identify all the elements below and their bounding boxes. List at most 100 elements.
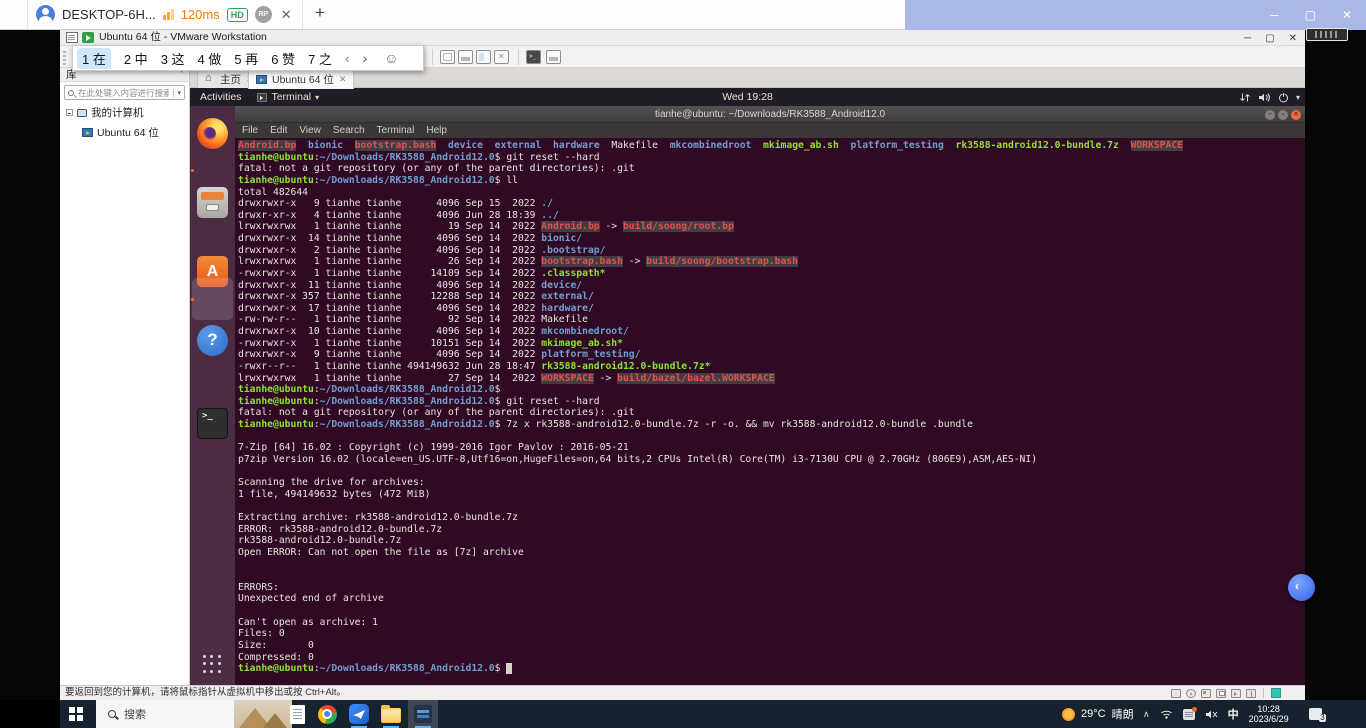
show-library-icon[interactable] (440, 50, 455, 64)
terminal-menu-edit[interactable]: Edit (270, 125, 287, 136)
terminal-titlebar[interactable]: tianhe@ubuntu: ~/Downloads/RK3588_Androi… (235, 106, 1305, 123)
app-menu-terminal[interactable]: Terminal ▾ (257, 91, 319, 103)
hd-badge[interactable]: HD (227, 8, 248, 22)
terminal-menu-search[interactable]: Search (333, 125, 365, 136)
home-icon (205, 74, 215, 84)
ime-mode-indicator[interactable]: 中 (1228, 706, 1239, 722)
sound-icon[interactable] (1231, 689, 1241, 698)
terminal-menu-help[interactable]: Help (426, 125, 447, 136)
tray-expand-icon[interactable]: ∧ (1143, 709, 1150, 720)
taskbar-weather[interactable]: 29°C 晴朗 (1062, 700, 1134, 728)
harddisk-icon[interactable] (1171, 689, 1181, 698)
terminal-line: total 482644 (238, 187, 1305, 199)
ime-prev-icon[interactable]: ‹ (345, 50, 350, 66)
terminal-text: platform_testing/ (541, 349, 640, 360)
terminal-text: drwxrwxr-x 10 tianhe tianhe 4096 Sep 14 … (238, 326, 541, 337)
ime-candidate-4[interactable]: 4 做 (198, 49, 222, 68)
taskbar-explorer-icon[interactable] (376, 700, 406, 728)
files-icon[interactable] (197, 187, 228, 218)
vmware-close-button[interactable]: ✕ (1289, 33, 1297, 44)
remote-toolbar-grip[interactable] (1306, 28, 1348, 41)
tree-item-my-computer[interactable]: 我的计算机 (66, 105, 189, 120)
terminal-text: Android.bp (541, 221, 599, 232)
firefox-icon[interactable] (197, 118, 228, 149)
ime-candidate-6[interactable]: 6 赞 (271, 49, 295, 68)
tree-expander-icon[interactable] (66, 109, 73, 116)
taskbar-search-input[interactable]: 搜索 (96, 700, 292, 728)
gnome-system-tray[interactable]: ▾ (1239, 88, 1300, 106)
terminal-menu-file[interactable]: File (242, 125, 258, 136)
mail-notification-icon[interactable] (1183, 709, 1195, 720)
tree-item-ubuntu-vm[interactable]: Ubuntu 64 位 (82, 125, 189, 140)
tab-close-icon[interactable]: ✕ (339, 74, 347, 85)
terminal-dock-icon[interactable] (197, 408, 228, 439)
terminal-text: 1 file, 494149632 bytes (472 MiB) (238, 489, 430, 500)
library-search-input[interactable]: 在此处键入内容进行搜索 ▾ (64, 85, 185, 100)
cdrom-icon[interactable] (1186, 689, 1196, 698)
taskbar-vmware-icon[interactable] (408, 700, 438, 728)
taskbar-clock[interactable]: 10:28 2023/6/29 (1249, 704, 1289, 724)
search-dropdown-icon[interactable]: ▾ (173, 89, 181, 97)
ime-candidate-7[interactable]: 7 之 (308, 49, 332, 68)
ime-candidate-1[interactable]: 1 在 (77, 48, 111, 69)
terminal-text: device/ (541, 280, 582, 291)
unity-view-icon[interactable] (546, 50, 561, 64)
ime-candidate-2[interactable]: 2 中 (124, 49, 148, 68)
terminal-body[interactable]: Android.bp bionic bootstrap.bash device … (235, 138, 1305, 685)
vmware-titlebar[interactable]: Ubuntu 64 位 - VMware Workstation ─ ▢ ✕ (60, 30, 1305, 46)
gnome-clock[interactable]: Wed 19:28 (190, 91, 1305, 103)
terminal-minimize-button[interactable]: − (1265, 110, 1275, 120)
fullscreen-icon[interactable] (494, 50, 509, 64)
wifi-icon[interactable] (1160, 709, 1173, 719)
show-thumbnail-bar-icon[interactable] (458, 50, 473, 64)
vm-message-icon[interactable] (1271, 688, 1281, 698)
vmware-maximize-button[interactable]: ▢ (1265, 33, 1274, 44)
network-adapter-icon[interactable] (1201, 689, 1211, 698)
remote-panel-toggle-button[interactable]: ‹ (1288, 574, 1315, 601)
volume-muted-icon[interactable] (1205, 709, 1218, 720)
tab-ubuntu-vm[interactable]: Ubuntu 64 位 ✕ (248, 69, 354, 89)
app-close-button[interactable]: ✕ (1342, 8, 1352, 22)
usb-icon[interactable] (1246, 689, 1256, 698)
ime-candidate-5[interactable]: 5 再 (234, 49, 258, 68)
console-view-icon[interactable] (526, 50, 541, 64)
terminal-line (238, 500, 1305, 512)
terminal-line: 7-Zip [64] 16.02 : Copyright (c) 1999-20… (238, 442, 1305, 454)
emoji-icon[interactable]: ☺ (384, 50, 398, 66)
printer-icon[interactable] (1216, 689, 1226, 698)
app-minimize-button[interactable]: ─ (1270, 8, 1279, 22)
terminal-menu-view[interactable]: View (299, 125, 321, 136)
taskbar-chrome-icon[interactable] (312, 700, 342, 728)
terminal-maximize-button[interactable]: ▫ (1278, 110, 1288, 120)
terminal-text: $ (495, 663, 507, 674)
show-applications-icon[interactable] (203, 655, 222, 674)
help-icon[interactable] (197, 325, 228, 356)
terminal-text: $ (495, 384, 501, 395)
tab-close-icon[interactable]: ✕ (281, 7, 292, 23)
terminal-line: fatal: not a git repository (or any of t… (238, 163, 1305, 175)
terminal-menu-terminal[interactable]: Terminal (377, 125, 415, 136)
terminal-close-button[interactable]: ✕ (1291, 110, 1301, 120)
terminal-line: drwxrwxr-x 14 tianhe tianhe 4096 Sep 14 … (238, 233, 1305, 245)
collapse-icon[interactable]: ˆ (180, 70, 183, 80)
terminal-line: -rw-rw-r-- 1 tianhe tianhe 92 Sep 14 202… (238, 314, 1305, 326)
toolbar-grip-icon[interactable] (63, 49, 66, 65)
taskbar-notepad-icon[interactable] (282, 700, 312, 728)
ime-candidate-3[interactable]: 3 这 (161, 49, 185, 68)
taskbar-todesk-icon[interactable] (344, 700, 374, 728)
vmware-minimize-button[interactable]: ─ (1244, 33, 1251, 44)
toolbar-separator (432, 49, 433, 65)
rp-badge[interactable]: RP (255, 6, 272, 23)
start-button[interactable] (69, 707, 83, 721)
notification-center-icon[interactable]: 3 (1309, 708, 1322, 720)
terminal-text: mkcombinedroot/ (541, 326, 629, 337)
vmware-window: Ubuntu 64 位 - VMware Workstation ─ ▢ ✕ (60, 30, 1305, 700)
terminal-line: ERROR: rk3588-android12.0-bundle.7z (238, 524, 1305, 536)
remote-session-tab[interactable]: DESKTOP-6H... 120ms HD RP ✕ (27, 0, 303, 29)
search-placeholder: 搜索 (124, 706, 146, 722)
ime-next-icon[interactable]: › (363, 50, 368, 66)
terminal-text (1119, 140, 1131, 151)
app-maximize-button[interactable]: ▢ (1305, 8, 1316, 22)
show-sidebar-icon[interactable] (476, 50, 491, 64)
new-tab-button[interactable]: + (315, 3, 325, 23)
